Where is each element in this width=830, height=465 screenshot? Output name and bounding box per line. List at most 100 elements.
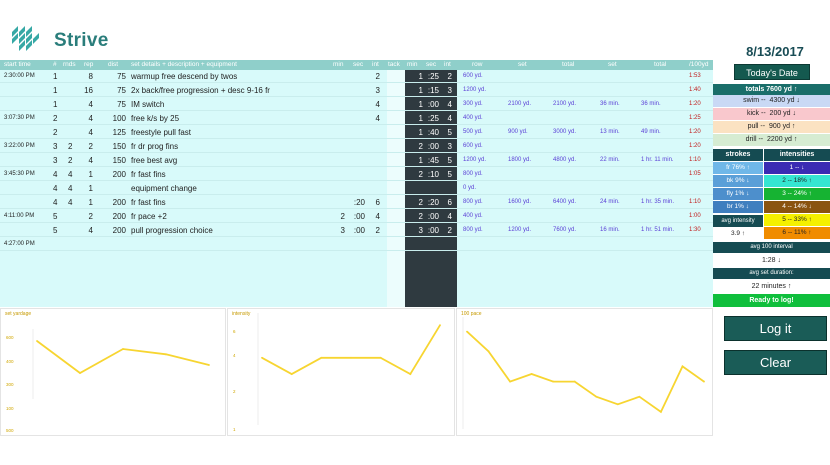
cell-pace-per-100[interactable]: 1:53 — [689, 70, 701, 83]
table-row[interactable]: 5 4 200 pull progression choice 3:00 2 3:00 2 80… — [0, 224, 713, 237]
cell-total-time[interactable]: 1 hr. 51 min. — [641, 224, 674, 237]
cell-start-time[interactable]: 3:22:00 PM — [4, 140, 35, 153]
cell-pace-per-100[interactable]: 1:20 — [689, 126, 701, 139]
cell-start-time[interactable]: 3:07:30 PM — [4, 112, 35, 125]
cell-pace-per-100[interactable]: 1:30 — [689, 224, 701, 237]
cell-distance[interactable]: 150 — [106, 154, 126, 167]
cell-pace-per-100[interactable]: 1:40 — [689, 84, 701, 97]
cell-interval[interactable]: 6 — [360, 196, 380, 209]
cell-description[interactable]: free best avg — [131, 154, 177, 167]
table-row[interactable]: 4:11:00 PM 5 2 200 fr pace +2 2:00 4 2:00 4 400 y… — [0, 210, 713, 223]
cell-set-number[interactable]: 2 — [53, 112, 57, 125]
cell-set-number[interactable]: 2 — [53, 126, 57, 139]
cell-row-yardage[interactable]: 400 yd. — [463, 112, 483, 125]
cell-reps[interactable]: 4 — [73, 98, 93, 111]
cell-description[interactable]: free k/s by 25 — [131, 112, 179, 125]
cell-set-number[interactable]: 5 — [53, 224, 57, 237]
cell-row-yardage[interactable]: 300 yd. — [463, 98, 483, 111]
cell-calc-int[interactable]: 5 — [432, 154, 452, 167]
cell-calc-int[interactable]: 5 — [432, 126, 452, 139]
cell-interval[interactable]: 4 — [360, 98, 380, 111]
cell-distance[interactable]: 200 — [106, 210, 126, 223]
cell-set-time[interactable]: 16 min. — [600, 224, 620, 237]
cell-interval[interactable]: 4 — [360, 112, 380, 125]
cell-set-number[interactable]: 4 — [53, 196, 57, 209]
cell-set-time[interactable]: 36 min. — [600, 98, 620, 111]
cell-distance[interactable]: 75 — [106, 84, 126, 97]
cell-interval[interactable]: 3 — [360, 84, 380, 97]
cell-interval[interactable]: 2 — [360, 70, 380, 83]
cell-rounds[interactable]: 4 — [68, 196, 72, 209]
cell-set-number[interactable]: 5 — [53, 210, 57, 223]
cell-row-yardage[interactable]: 0 yd. — [463, 182, 476, 195]
cell-min[interactable]: 3 — [325, 224, 345, 237]
cell-total-yardage[interactable]: 2100 yd. — [553, 98, 576, 111]
cell-row-yardage[interactable]: 1200 yd. — [463, 154, 486, 167]
table-row[interactable]: 4:27:00 PM — [0, 238, 713, 251]
cell-distance[interactable]: 100 — [106, 112, 126, 125]
cell-row-yardage[interactable]: 600 yd. — [463, 70, 483, 83]
cell-interval[interactable]: 4 — [360, 210, 380, 223]
cell-set-number[interactable]: 1 — [53, 70, 57, 83]
cell-calc-int[interactable]: 6 — [432, 196, 452, 209]
cell-calc-int[interactable]: 4 — [432, 112, 452, 125]
cell-pace-per-100[interactable]: 1:10 — [689, 154, 701, 167]
cell-row-yardage[interactable]: 800 yd. — [463, 196, 483, 209]
cell-set-number[interactable]: 3 — [53, 154, 57, 167]
cell-set-number[interactable]: 4 — [53, 168, 57, 181]
cell-set-yardage[interactable]: 900 yd. — [508, 126, 528, 139]
table-row[interactable]: 4 4 1 equipment change 0 yd. — [0, 182, 713, 195]
cell-pace-per-100[interactable]: 1:05 — [689, 168, 701, 181]
cell-total-yardage[interactable]: 6400 yd. — [553, 196, 576, 209]
cell-rounds[interactable]: 4 — [68, 168, 72, 181]
cell-pace-per-100[interactable]: 1:00 — [689, 210, 701, 223]
cell-calc-int[interactable]: 5 — [432, 168, 452, 181]
cell-calc-int[interactable]: 3 — [432, 140, 452, 153]
cell-start-time[interactable]: 4:11:00 PM — [4, 210, 34, 223]
cell-set-number[interactable]: 1 — [53, 84, 57, 97]
cell-distance[interactable]: 75 — [106, 70, 126, 83]
cell-reps[interactable]: 1 — [73, 182, 93, 195]
cell-set-number[interactable]: 3 — [53, 140, 57, 153]
cell-total-time[interactable]: 36 min. — [641, 98, 661, 111]
cell-calc-int[interactable]: 4 — [432, 210, 452, 223]
cell-description[interactable]: fr fast fins — [131, 196, 166, 209]
cell-description[interactable]: pull progression choice — [131, 224, 213, 237]
cell-calc-int[interactable]: 3 — [432, 84, 452, 97]
cell-row-yardage[interactable]: 1200 yd. — [463, 84, 486, 97]
cell-row-yardage[interactable]: 400 yd. — [463, 210, 483, 223]
cell-distance[interactable]: 200 — [106, 196, 126, 209]
todays-date-button[interactable]: Today's Date — [734, 64, 810, 80]
cell-description[interactable]: IM switch — [131, 98, 164, 111]
cell-set-time[interactable]: 13 min. — [600, 126, 620, 139]
cell-calc-int[interactable]: 4 — [432, 98, 452, 111]
table-row[interactable]: 1 4 75 IM switch 4 1:00 4 300 yd. 2100 yd. 2100 y… — [0, 98, 713, 111]
table-row[interactable]: 3:22:00 PM 3 2 2 150 fr dr prog fins 2:00 3 600 … — [0, 140, 713, 153]
cell-set-yardage[interactable]: 1800 yd. — [508, 154, 531, 167]
cell-row-yardage[interactable]: 600 yd. — [463, 140, 483, 153]
cell-total-yardage[interactable]: 4800 yd. — [553, 154, 576, 167]
cell-total-time[interactable]: 1 hr. 35 min. — [641, 196, 674, 209]
table-row[interactable]: 1 16 75 2x back/free progression + desc 9-1… — [0, 84, 713, 97]
clear-button[interactable]: Clear — [724, 350, 827, 375]
cell-description[interactable]: warmup free descend by twos — [131, 70, 237, 83]
cell-rounds[interactable]: 4 — [68, 182, 72, 195]
table-row[interactable]: 2:30:00 PM 1 8 75 warmup free descend by two… — [0, 70, 713, 83]
table-row[interactable]: 3:07:30 PM 2 4 100 free k/s by 25 4 1:25 4 400 y… — [0, 112, 713, 125]
cell-reps[interactable]: 4 — [73, 224, 93, 237]
cell-total-time[interactable]: 49 min. — [641, 126, 661, 139]
cell-distance[interactable]: 200 — [106, 224, 126, 237]
cell-distance[interactable]: 125 — [106, 126, 126, 139]
cell-start-time[interactable]: 2:30:00 PM — [4, 70, 35, 83]
cell-reps[interactable]: 2 — [73, 210, 93, 223]
table-row[interactable]: 4 4 1 200 fr fast fins:20 6 2:20 6 800 yd. 1600 y… — [0, 196, 713, 209]
log-it-button[interactable]: Log it — [724, 316, 827, 341]
cell-description[interactable]: fr dr prog fins — [131, 140, 178, 153]
cell-set-yardage[interactable]: 1600 yd. — [508, 196, 531, 209]
cell-pace-per-100[interactable]: 1:25 — [689, 112, 701, 125]
cell-interval[interactable]: 2 — [360, 224, 380, 237]
cell-reps[interactable]: 4 — [73, 126, 93, 139]
cell-total-yardage[interactable]: 7600 yd. — [553, 224, 576, 237]
cell-min[interactable]: 2 — [325, 210, 345, 223]
cell-distance[interactable]: 200 — [106, 168, 126, 181]
